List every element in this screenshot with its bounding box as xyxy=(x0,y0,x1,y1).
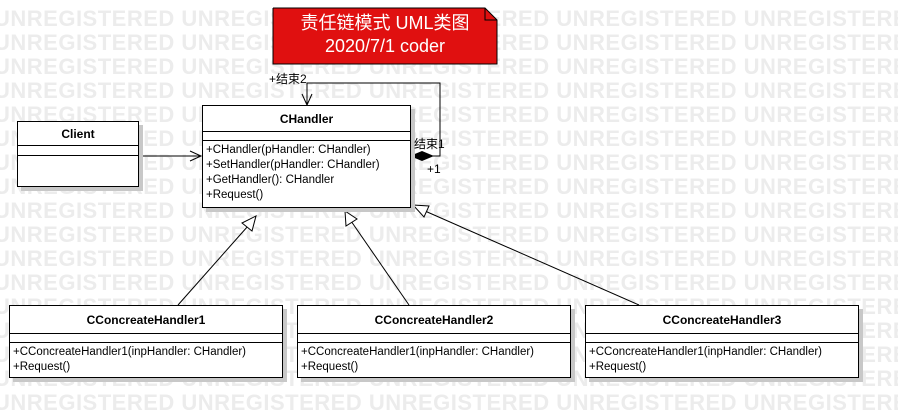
association-end2-label: +结束2 xyxy=(269,72,307,86)
composition-diamond xyxy=(410,151,434,161)
generalization-arrow-2 xyxy=(344,210,358,227)
class-cconcreatehandler1-operations: +CConcreateHandler1(inpHandler: CHandler… xyxy=(10,343,282,375)
chandler-op-gethandler: +GetHandler(): CHandler xyxy=(206,174,335,186)
class-client[interactable]: Client xyxy=(17,121,139,187)
class-cconcreatehandler3-operations: +CConcreateHandler1(inpHandler: CHandler… xyxy=(586,343,858,375)
generalization-arrow-1 xyxy=(241,215,257,232)
class-chandler-name: CHandler xyxy=(203,106,410,132)
concrete3-op-constructor: +CConcreateHandler1(inpHandler: CHandler… xyxy=(589,346,822,358)
class-cconcreatehandler1[interactable]: CConcreateHandler1 +CConcreateHandler1(i… xyxy=(9,305,283,378)
class-chandler[interactable]: CHandler +CHandler(pHandler: CHandler) +… xyxy=(202,105,411,208)
association-end1-label: 结束1 xyxy=(414,137,445,151)
class-cconcreatehandler3-name: CConcreateHandler3 xyxy=(586,306,858,334)
class-client-name: Client xyxy=(18,122,138,146)
chandler-op-sethandler: +SetHandler(pHandler: CHandler) xyxy=(206,159,380,171)
diagram-title-note: 责任链模式 UML类图 2020/7/1 coder xyxy=(273,8,497,64)
association-end1-multiplicity: +1 xyxy=(427,162,441,176)
class-cconcreatehandler1-attributes xyxy=(10,334,282,343)
concrete1-op-request: +Request() xyxy=(13,361,71,373)
class-cconcreatehandler3-attributes xyxy=(586,334,858,343)
concrete2-op-constructor: +CConcreateHandler1(inpHandler: CHandler… xyxy=(301,346,534,358)
generalization-arrow-3 xyxy=(411,204,430,218)
class-cconcreatehandler2[interactable]: CConcreateHandler2 +CConcreateHandler1(i… xyxy=(297,305,571,378)
class-cconcreatehandler2-name: CConcreateHandler2 xyxy=(298,306,570,334)
class-cconcreatehandler3[interactable]: CConcreateHandler3 +CConcreateHandler1(i… xyxy=(585,305,859,378)
class-cconcreatehandler2-attributes xyxy=(298,334,570,343)
generalization-line-2 xyxy=(350,220,410,306)
class-chandler-attributes xyxy=(203,132,410,141)
class-client-attributes xyxy=(18,146,138,156)
chandler-op-request: +Request() xyxy=(206,189,264,201)
generalization-line-3 xyxy=(424,210,640,306)
note-title-line: 责任链模式 UML类图 xyxy=(300,13,470,33)
class-client-operations xyxy=(18,156,138,158)
chandler-op-constructor: +CHandler(pHandler: CHandler) xyxy=(206,144,371,156)
concrete1-op-constructor: +CConcreateHandler1(inpHandler: CHandler… xyxy=(13,346,246,358)
note-date-line: 2020/7/1 coder xyxy=(324,36,446,56)
class-cconcreatehandler2-operations: +CConcreateHandler1(inpHandler: CHandler… xyxy=(298,343,570,375)
class-chandler-operations: +CHandler(pHandler: CHandler) +SetHandle… xyxy=(203,141,410,203)
concrete2-op-request: +Request() xyxy=(301,361,359,373)
concrete3-op-request: +Request() xyxy=(589,361,647,373)
class-cconcreatehandler1-name: CConcreateHandler1 xyxy=(10,306,282,334)
generalization-line-1 xyxy=(177,225,249,306)
